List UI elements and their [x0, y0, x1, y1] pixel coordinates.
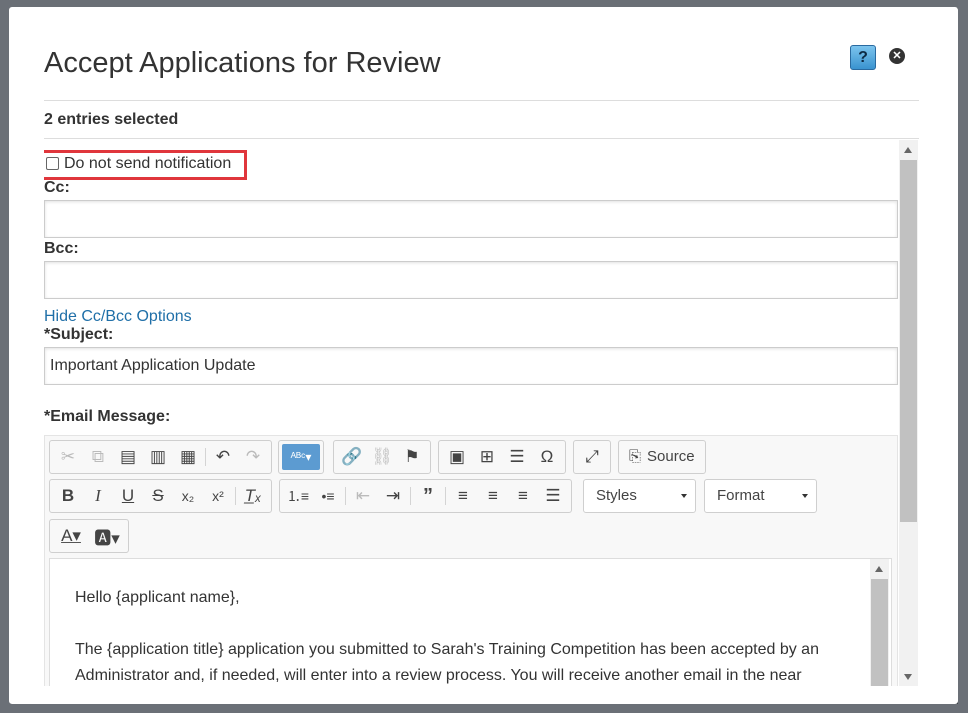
email-greeting: Hello {applicant name},	[75, 589, 240, 606]
copy-icon[interactable]: ⧉	[83, 443, 113, 471]
paragraph-group: ⒈≡ •≡ ⇤ ⇥ ” ≡ ≡ ≡ ☰	[279, 479, 572, 513]
decrease-indent-icon[interactable]: ⇤	[348, 482, 378, 510]
bcc-input[interactable]	[44, 261, 898, 299]
blockquote-icon[interactable]: ”	[413, 482, 443, 510]
redo-icon[interactable]: ↷	[238, 443, 268, 471]
source-icon: ⎘	[629, 448, 642, 465]
paste-text-icon[interactable]: ▥	[143, 443, 173, 471]
divider	[44, 138, 919, 139]
bold-icon[interactable]: B	[53, 482, 83, 510]
numbered-list-icon[interactable]: ⒈≡	[283, 482, 313, 510]
scrollbar-thumb[interactable]	[900, 160, 917, 522]
toolbar-separator	[205, 448, 206, 466]
styles-dropdown[interactable]: Styles	[583, 479, 696, 513]
subject-label: *Subject:	[44, 326, 114, 343]
align-center-icon[interactable]: ≡	[478, 482, 508, 510]
underline-icon[interactable]: U	[113, 482, 143, 510]
remove-format-icon[interactable]: T̲ₓ	[238, 482, 268, 510]
email-body: Hello {applicant name}, The {application…	[75, 585, 855, 686]
anchor-flag-icon[interactable]: ⚑	[397, 443, 427, 471]
divider	[44, 100, 919, 101]
email-message-label: *Email Message:	[44, 408, 171, 425]
cc-input[interactable]	[44, 200, 898, 238]
toolbar-separator	[445, 487, 446, 505]
scroll-up-icon[interactable]	[875, 566, 883, 572]
background-bottom	[0, 704, 968, 713]
hide-cc-bcc-link[interactable]: Hide Cc/Bcc Options	[44, 308, 192, 326]
subject-input[interactable]	[44, 347, 898, 385]
superscript-icon[interactable]: x²	[203, 482, 233, 510]
increase-indent-icon[interactable]: ⇥	[378, 482, 408, 510]
paste-word-icon[interactable]: ▦	[173, 443, 203, 471]
form-area: Do not send notification Cc: Bcc: Hide C…	[44, 140, 898, 686]
email-paragraph: The {application title} application you …	[75, 641, 819, 684]
insert-group: ▣ ⊞ ☰ Ω	[438, 440, 566, 474]
chevron-down-icon	[681, 494, 687, 498]
horizontal-line-icon[interactable]: ☰	[502, 443, 532, 471]
maximize-icon[interactable]: ⤢	[577, 443, 607, 471]
source-label: Source	[647, 448, 695, 465]
background-right	[958, 0, 968, 713]
image-icon[interactable]: ▣	[442, 443, 472, 471]
close-icon[interactable]: ✕	[889, 48, 905, 64]
spellcheck-group: ᴬᴮᶜ▾	[278, 440, 324, 474]
paste-icon[interactable]: ▤	[113, 443, 143, 471]
help-icon[interactable]: ?	[850, 45, 876, 70]
entries-selected-count: 2 entries selected	[44, 111, 179, 128]
format-dropdown[interactable]: Format	[704, 479, 817, 513]
styles-label: Styles	[596, 487, 637, 504]
background-color-icon[interactable]: 🅰▾	[89, 522, 125, 550]
link-group: 🔗 ⛓ ⚑	[333, 440, 431, 474]
bulleted-list-icon[interactable]: •≡	[313, 482, 343, 510]
text-color-icon[interactable]: A▾	[53, 522, 89, 550]
scrollbar-thumb[interactable]	[871, 579, 888, 686]
format-label: Format	[717, 487, 765, 504]
do-not-send-notification-label[interactable]: Do not send notification	[64, 155, 231, 173]
basic-styles-group: B I U S x₂ x² T̲ₓ	[49, 479, 272, 513]
special-character-icon[interactable]: Ω	[532, 443, 562, 471]
chevron-down-icon	[802, 494, 808, 498]
strikethrough-icon[interactable]: S	[143, 482, 173, 510]
scroll-up-icon[interactable]	[904, 147, 912, 153]
dialog-title: Accept Applications for Review	[44, 47, 441, 79]
scroll-down-icon[interactable]	[904, 674, 912, 680]
toolbar-separator	[235, 487, 236, 505]
do-not-send-notification-checkbox[interactable]	[46, 157, 59, 170]
dialog-scrollbar[interactable]	[899, 140, 918, 686]
source-button[interactable]: ⎘ Source	[618, 440, 706, 474]
align-right-icon[interactable]: ≡	[508, 482, 538, 510]
rich-text-editor: ✂ ⧉ ▤ ▥ ▦ ↶ ↷ ᴬᴮᶜ▾ 🔗 ⛓ ⚑ ▣ ⊞ ☰ Ω ⤢ ⎘ Sou…	[44, 435, 898, 686]
link-icon[interactable]: 🔗	[337, 443, 367, 471]
cut-icon[interactable]: ✂	[53, 443, 83, 471]
clipboard-group: ✂ ⧉ ▤ ▥ ▦ ↶ ↷	[49, 440, 272, 474]
maximize-group: ⤢	[573, 440, 611, 474]
editor-scrollbar[interactable]	[870, 559, 889, 686]
subscript-icon[interactable]: x₂	[173, 482, 203, 510]
colors-group: A▾ 🅰▾	[49, 519, 129, 553]
toolbar-separator	[410, 487, 411, 505]
email-body-editor[interactable]: Hello {applicant name}, The {application…	[49, 558, 892, 686]
undo-icon[interactable]: ↶	[208, 443, 238, 471]
table-icon[interactable]: ⊞	[472, 443, 502, 471]
italic-icon[interactable]: I	[83, 482, 113, 510]
unlink-icon[interactable]: ⛓	[367, 443, 397, 471]
accept-applications-dialog: Accept Applications for Review ? ✕ 2 ent…	[9, 7, 958, 704]
toolbar-separator	[345, 487, 346, 505]
cc-label: Cc:	[44, 179, 70, 196]
bcc-label: Bcc:	[44, 240, 79, 257]
spellcheck-icon[interactable]: ᴬᴮᶜ▾	[282, 444, 320, 470]
justify-icon[interactable]: ☰	[538, 482, 568, 510]
align-left-icon[interactable]: ≡	[448, 482, 478, 510]
